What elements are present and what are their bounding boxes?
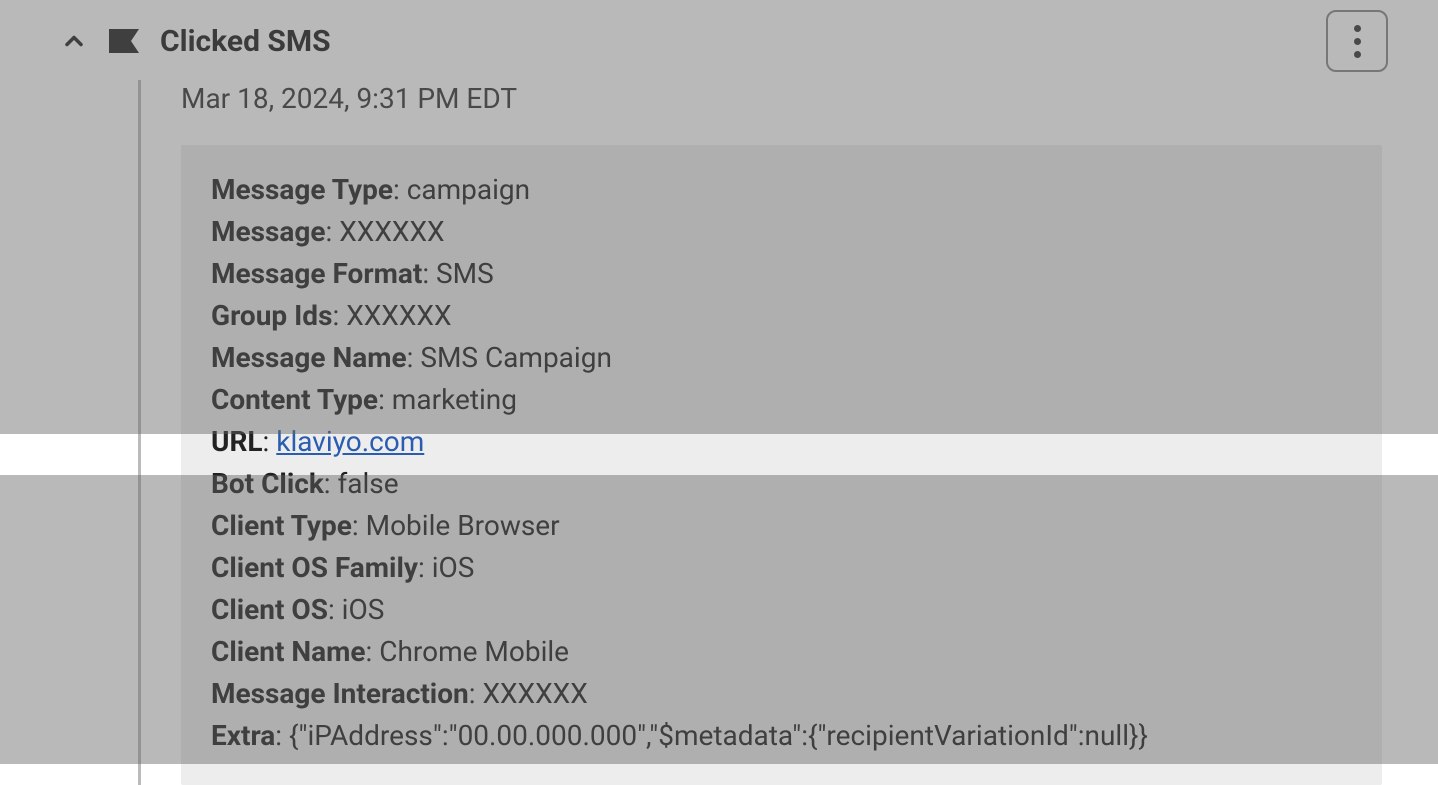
detail-value: XXXXXX — [339, 215, 444, 248]
detail-label: Bot Click — [211, 467, 324, 500]
detail-row: Client OS Family: iOS — [211, 547, 1352, 589]
detail-label: Group Ids — [211, 299, 332, 332]
collapse-toggle[interactable] — [60, 27, 88, 55]
detail-value: XXXXXX — [482, 677, 587, 710]
detail-row: Message Type: campaign — [211, 169, 1352, 211]
detail-value: marketing — [392, 383, 517, 416]
detail-label: Client OS — [211, 593, 328, 626]
detail-label: Message Name — [211, 341, 407, 374]
detail-row: Extra: {"iPAddress":"00.00.000.000","$me… — [211, 715, 1352, 757]
detail-label: Message Interaction — [211, 677, 469, 710]
detail-value: SMS Campaign — [420, 341, 612, 374]
detail-label: Client Name — [211, 635, 366, 668]
event-title: Clicked SMS — [160, 24, 331, 59]
event-header: Clicked SMS — [60, 10, 1388, 72]
detail-label: URL — [211, 425, 263, 458]
detail-box: Message Type: campaignMessage: XXXXXXMes… — [181, 145, 1382, 785]
detail-row: Client OS: iOS — [211, 589, 1352, 631]
event-container: Clicked SMS Mar 18, 2024, 9:31 PM EDT Me… — [0, 0, 1438, 785]
detail-link[interactable]: klaviyo.com — [276, 425, 424, 458]
detail-row: Message Interaction: XXXXXX — [211, 673, 1352, 715]
event-body: Mar 18, 2024, 9:31 PM EDT Message Type: … — [181, 80, 1388, 785]
detail-row: Message Name: SMS Campaign — [211, 337, 1352, 379]
detail-row: Client Type: Mobile Browser — [211, 505, 1352, 547]
detail-row: Content Type: marketing — [211, 379, 1352, 421]
detail-row: URL: klaviyo.com — [211, 421, 1352, 463]
detail-row: Message Format: SMS — [211, 253, 1352, 295]
kebab-icon — [1354, 25, 1361, 58]
detail-row: Client Name: Chrome Mobile — [211, 631, 1352, 673]
detail-value: Mobile Browser — [366, 509, 560, 542]
detail-label: Extra — [211, 719, 275, 752]
detail-value: Chrome Mobile — [379, 635, 569, 668]
detail-row: Bot Click: false — [211, 463, 1352, 505]
timeline-line — [138, 80, 141, 785]
detail-label: Message Format — [211, 257, 422, 290]
detail-label: Message Type — [211, 173, 393, 206]
detail-value: iOS — [432, 551, 475, 584]
detail-value: campaign — [407, 173, 530, 206]
timeline-column: Mar 18, 2024, 9:31 PM EDT Message Type: … — [60, 80, 1388, 785]
flag-icon — [108, 29, 140, 53]
detail-value: {"iPAddress":"00.00.000.000","$metadata"… — [289, 719, 1148, 752]
event-timestamp: Mar 18, 2024, 9:31 PM EDT — [181, 80, 1388, 115]
detail-row: Message: XXXXXX — [211, 211, 1352, 253]
more-options-button[interactable] — [1326, 10, 1388, 72]
detail-label: Client OS Family — [211, 551, 418, 584]
detail-value: false — [338, 467, 399, 500]
detail-row: Group Ids: XXXXXX — [211, 295, 1352, 337]
detail-value: XXXXXX — [346, 299, 451, 332]
detail-label: Message — [211, 215, 326, 248]
detail-value: iOS — [342, 593, 385, 626]
chevron-up-icon — [60, 27, 88, 55]
detail-label: Content Type — [211, 383, 378, 416]
detail-value: SMS — [436, 257, 494, 290]
detail-label: Client Type — [211, 509, 352, 542]
